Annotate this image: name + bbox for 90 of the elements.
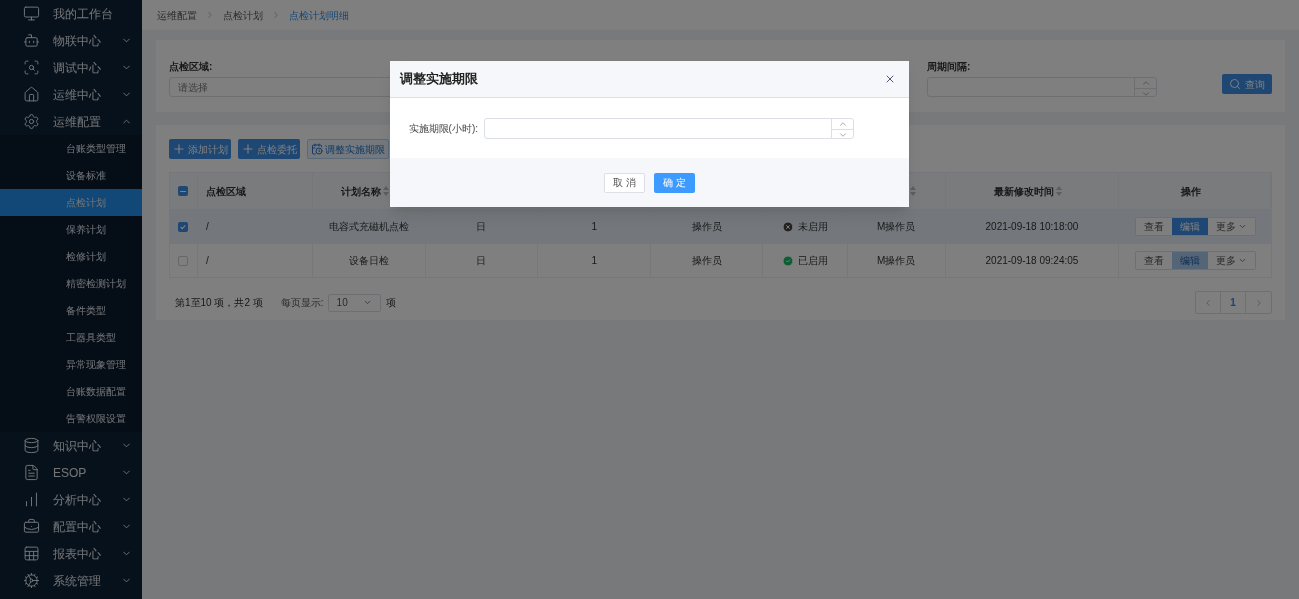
- sidebar-item[interactable]: 我的工作台: [0, 0, 142, 27]
- table-cell-text: 2021-09-18 10:18:00: [985, 220, 1079, 234]
- submenu-item[interactable]: 精密检测计划: [0, 270, 142, 297]
- row-checkbox[interactable]: [178, 255, 189, 266]
- more-dropdown[interactable]: 更多: [1207, 218, 1255, 235]
- submenu-item[interactable]: 备件类型: [0, 297, 142, 324]
- dialog-title: 调整实施期限: [400, 70, 479, 89]
- caret-icon: [1237, 222, 1247, 231]
- table-row[interactable]: / 电容式充磁机点检 日 1 操作员 未启用 M操作员 2021-09-18 10:18:00 查看 编辑 更多: [170, 209, 1271, 243]
- breadcrumb-link[interactable]: 点检计划明细: [289, 7, 349, 23]
- submenu-item[interactable]: 设备标准: [0, 162, 142, 189]
- pagination-summary: 第1至10 项，共2 项: [175, 296, 263, 310]
- action-button[interactable]: 编辑: [1171, 218, 1208, 235]
- house-icon: [23, 86, 40, 103]
- table-cell-text: M操作员: [877, 220, 916, 234]
- bar-chart-icon: [23, 491, 40, 508]
- status-text: 已启用: [797, 254, 828, 268]
- caret-icon: [1237, 256, 1247, 265]
- table-cell-text: 1: [591, 254, 598, 268]
- row-checkbox[interactable]: [178, 221, 189, 232]
- table-cell-text: 1: [591, 220, 598, 234]
- confirm-button[interactable]: 确 定: [654, 172, 695, 193]
- settings-icon: [23, 113, 40, 130]
- table-cell-text: 日: [476, 220, 487, 234]
- submenu-item[interactable]: 台账数据配置: [0, 378, 142, 405]
- table-cell-text: 设备日检: [348, 254, 389, 268]
- decrement-icon[interactable]: [1140, 89, 1151, 99]
- breadcrumb-link[interactable]: 运维配置: [157, 7, 197, 23]
- plus-icon: [241, 142, 255, 156]
- plus-icon: [172, 142, 186, 156]
- table-cell-text: /: [205, 254, 209, 268]
- sidebar-item[interactable]: 系统管理: [0, 567, 142, 594]
- select-all-checkbox[interactable]: [178, 186, 189, 196]
- filter-label: 周期间隔:: [927, 60, 972, 74]
- chevron-left-icon: [1203, 297, 1213, 308]
- table-cell-text: M操作员: [877, 254, 916, 268]
- separator-icon: [271, 10, 281, 20]
- submenu-item[interactable]: 异常现象管理: [0, 351, 142, 378]
- column-header: 操作: [1180, 184, 1201, 199]
- column-header: 最新修改时间: [993, 184, 1054, 199]
- sidebar-item[interactable]: 运维配置: [0, 108, 142, 135]
- page-size-label: 每页显示:: [280, 296, 324, 310]
- page-size-unit: 项: [385, 296, 396, 310]
- sort-icon[interactable]: [1055, 186, 1062, 196]
- toolbar-button[interactable]: 调整实施期限: [307, 139, 389, 159]
- close-icon[interactable]: [884, 73, 896, 85]
- sidebar-item[interactable]: 运维中心: [0, 81, 142, 108]
- table-cell-text: 2021-09-18 09:24:05: [985, 254, 1079, 268]
- field-label: 实施期限(小时):: [407, 121, 478, 136]
- sidebar-item[interactable]: 报表中心: [0, 540, 142, 567]
- separator-icon: [205, 10, 215, 20]
- sidebar-item[interactable]: 物联中心: [0, 27, 142, 54]
- sidebar-item[interactable]: 调试中心: [0, 54, 142, 81]
- increment-icon[interactable]: [1140, 78, 1151, 88]
- table-cell-text: /: [205, 220, 209, 234]
- query-button[interactable]: 查询: [1222, 74, 1272, 94]
- page-size-select[interactable]: 10: [327, 293, 381, 312]
- number-field[interactable]: [484, 117, 854, 139]
- column-header: 点检区域: [205, 184, 246, 199]
- submenu-item[interactable]: 检修计划: [0, 243, 142, 270]
- table-cell-text: 电容式充磁机点检: [328, 220, 409, 234]
- column-header: 计划名称: [340, 184, 381, 199]
- sidebar-item[interactable]: ESOP: [0, 459, 142, 486]
- monitor-icon: [23, 5, 40, 22]
- submenu-item[interactable]: 工器具类型: [0, 324, 142, 351]
- toolbar-button[interactable]: 添加计划: [169, 139, 231, 159]
- table-cell-text: 操作员: [691, 220, 722, 234]
- database-icon: [23, 437, 40, 454]
- breadcrumb-link[interactable]: 点检计划: [223, 7, 263, 23]
- search-icon: [1229, 78, 1241, 90]
- cancel-button[interactable]: 取 消: [604, 172, 645, 193]
- caret-icon: [362, 298, 372, 307]
- sheet-icon: [23, 545, 40, 562]
- briefcase-icon: [23, 518, 40, 535]
- sidebar-item[interactable]: 配置中心: [0, 513, 142, 540]
- table-cell-text: 操作员: [691, 254, 722, 268]
- document-icon: [23, 464, 40, 481]
- sidebar-item[interactable]: 分析中心: [0, 486, 142, 513]
- sidebar-item[interactable]: 知识中心: [0, 432, 142, 459]
- action-button[interactable]: 查看: [1135, 218, 1172, 235]
- number-field[interactable]: [927, 77, 1157, 97]
- submenu-item[interactable]: 告警权限设置: [0, 405, 142, 432]
- table-cell-text: 日: [476, 254, 487, 268]
- status-text: 未启用: [797, 220, 828, 234]
- calendar-icon: [311, 143, 323, 155]
- toolbar-button[interactable]: 点检委托: [238, 139, 300, 159]
- filter-label: 点检区域:: [169, 60, 214, 74]
- settings-icon: [23, 572, 40, 589]
- submenu-item[interactable]: 保养计划: [0, 216, 142, 243]
- submenu-item[interactable]: 台账类型管理: [0, 135, 142, 162]
